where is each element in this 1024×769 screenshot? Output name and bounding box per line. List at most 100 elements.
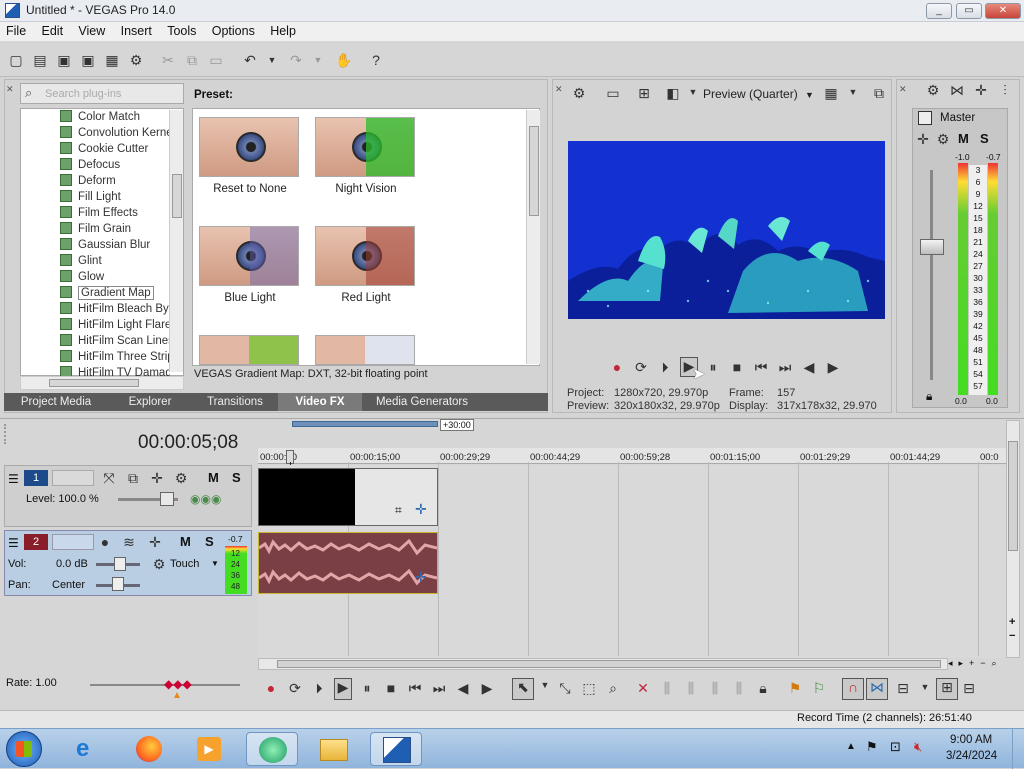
selection-tool-icon[interactable]: ⬚ [580,680,598,697]
minimize-button[interactable]: _ [926,3,952,19]
track-2-solo[interactable]: S [205,534,214,549]
new-project-icon[interactable]: ▢ [6,50,26,70]
master-mute[interactable]: M [958,131,969,146]
stop-icon[interactable]: ■ [728,359,746,375]
trim-end-icon[interactable]: ⫼ [706,680,724,697]
plugin-item[interactable]: Film Effects [60,206,138,222]
cut-icon[interactable]: ✂ [158,50,178,70]
edit-tool-dropdown-icon[interactable]: ▼ [536,680,554,690]
grid-icon[interactable]: ▦ [822,85,840,102]
go-to-start-icon[interactable]: ⏮ [752,359,770,376]
preset-blue-light[interactable]: Blue Light [199,226,301,304]
go-to-end-icon[interactable]: ⏭ [776,359,794,376]
track-2-pan-icon[interactable]: ✛ [146,534,164,551]
pan-crop-icon[interactable]: ⌗ [395,503,402,518]
snapping-icon[interactable]: ∩ [842,678,864,700]
plugin-item[interactable]: Convolution Kerne [60,126,170,142]
delete-icon[interactable]: ✕ [634,680,652,697]
track-2-collapse-icon[interactable]: ☰ [8,536,19,550]
envelope-tool-icon[interactable]: ⤡ [556,680,574,697]
preset-partial-2[interactable] [315,335,415,365]
plugin-item[interactable]: Gaussian Blur [60,238,150,254]
ripple-dropdown-icon[interactable]: ▼ [916,682,934,692]
preset-scrollbar[interactable] [526,110,540,364]
maximize-button[interactable]: ▭ [956,3,982,19]
show-desktop-button[interactable] [1012,729,1024,769]
lock-icon[interactable]: 🔒︎ [926,389,932,404]
menu-options[interactable]: Options [206,22,261,40]
track-2-fx-icon[interactable]: ⚙ [150,556,168,573]
plugin-item[interactable]: Glow [60,270,104,286]
previous-frame-icon[interactable]: ◀ [800,359,818,376]
plugin-item[interactable]: Deform [60,174,116,190]
plugin-item[interactable]: Fill Light [60,190,121,206]
track-2-vol-handle[interactable] [114,557,126,571]
plugin-item[interactable]: Color Match [60,110,140,126]
menu-edit[interactable]: Edit [36,22,70,40]
track-2-arm-record-icon[interactable]: ● [96,534,114,550]
downmix-icon[interactable]: ⋈ [948,82,966,99]
save-icon[interactable]: ▣ [54,50,74,70]
track-1-collapse-icon[interactable]: ☰ [8,472,19,486]
tab-media-generators[interactable]: Media Generators [362,393,482,411]
video-clip[interactable]: ⌗ ✛ [258,468,438,526]
plugin-item[interactable]: Cookie Cutter [60,142,148,158]
clock-date[interactable]: 3/24/2024 [946,750,997,762]
tl-go-to-start-icon[interactable]: ⏮ [406,680,424,697]
split-icon[interactable]: ⫼ [730,680,748,697]
track-1-fx-chain-icons[interactable]: ◉◉◉ [190,492,221,506]
tray-volume-muted-icon[interactable]: 🔇︎ [914,739,922,755]
master-fx-icon[interactable]: ⚙ [934,131,952,148]
master-close-icon[interactable]: ✕ [899,84,907,95]
track-1-motion-icon[interactable]: ⤧ [100,470,118,487]
preset-partial-1[interactable] [199,335,299,365]
track-2-invert-phase-icon[interactable]: ≋ [120,534,138,551]
region-icon[interactable]: ⚐ [810,680,828,697]
track-1-solo[interactable]: S [232,470,241,485]
zoom-in-icon[interactable]: + [1009,616,1015,628]
track-2-name-field[interactable] [52,534,94,550]
normal-edit-tool-icon[interactable]: ⬉ [512,678,534,700]
tl-stop-icon[interactable]: ■ [382,680,400,696]
lock-envelopes-icon[interactable]: ⊞ [936,678,958,700]
record-icon[interactable]: ● [608,359,626,375]
tray-network-icon[interactable]: ⊡ [890,739,901,755]
menu-help[interactable]: Help [264,22,302,40]
tl-next-frame-icon[interactable]: ▶ [478,680,496,697]
undo-icon[interactable]: ↶ [240,50,260,70]
ripple-edit-icon[interactable]: ⊟ [894,680,912,697]
menu-file[interactable]: File [0,22,32,40]
settings-gear-icon[interactable]: ⚙ [126,50,146,70]
tl-pause-icon[interactable]: ⏸ [358,680,376,697]
audio-clip[interactable]: ✛ [258,532,438,594]
timeline-hscrollbar[interactable] [258,658,948,670]
help-whats-this-icon[interactable]: ? [366,50,386,70]
overlays-icon[interactable]: ◧ [664,85,682,102]
timeline-drag-handle[interactable] [4,424,14,444]
save-as-icon[interactable]: ▣ [78,50,98,70]
tree-scrollbar[interactable] [169,110,183,372]
tray-show-hidden-icon[interactable]: ▲ [846,741,856,752]
copy-snapshot-icon[interactable]: ⧉ [870,85,888,102]
track-1-level-handle[interactable] [160,492,174,506]
mixer-gear-icon[interactable]: ⚙ [924,82,942,99]
zoom-out-icon[interactable]: − [1009,630,1015,642]
paste-icon[interactable]: ▭ [206,50,226,70]
menu-view[interactable]: View [72,22,111,40]
taskbar-firefox[interactable] [124,732,176,766]
lock-event-icon[interactable]: 🔒︎ [754,680,772,697]
split-screen-icon[interactable]: ⊞ [635,85,653,102]
loop-playback-icon[interactable]: ⟳ [632,359,650,376]
pause-icon[interactable]: ⏸ [704,359,722,376]
menu-tools[interactable]: Tools [161,22,202,40]
track-1-compositing-mode-icon[interactable]: ✛ [148,470,166,487]
event-fx-icon[interactable]: ✛ [415,501,427,518]
master-fader-handle[interactable] [920,239,944,255]
track-1-name-field[interactable] [52,470,94,486]
automation-dropdown-icon[interactable]: ▼ [211,559,219,568]
tab-explorer[interactable]: Explorer [108,393,192,411]
marker-icon[interactable]: ⚑ [786,680,804,697]
taskbar-app-green[interactable] [246,732,298,766]
ignore-grouping-icon[interactable]: ⊟ [960,680,978,697]
trim-icon[interactable]: ⫼ [658,680,676,697]
